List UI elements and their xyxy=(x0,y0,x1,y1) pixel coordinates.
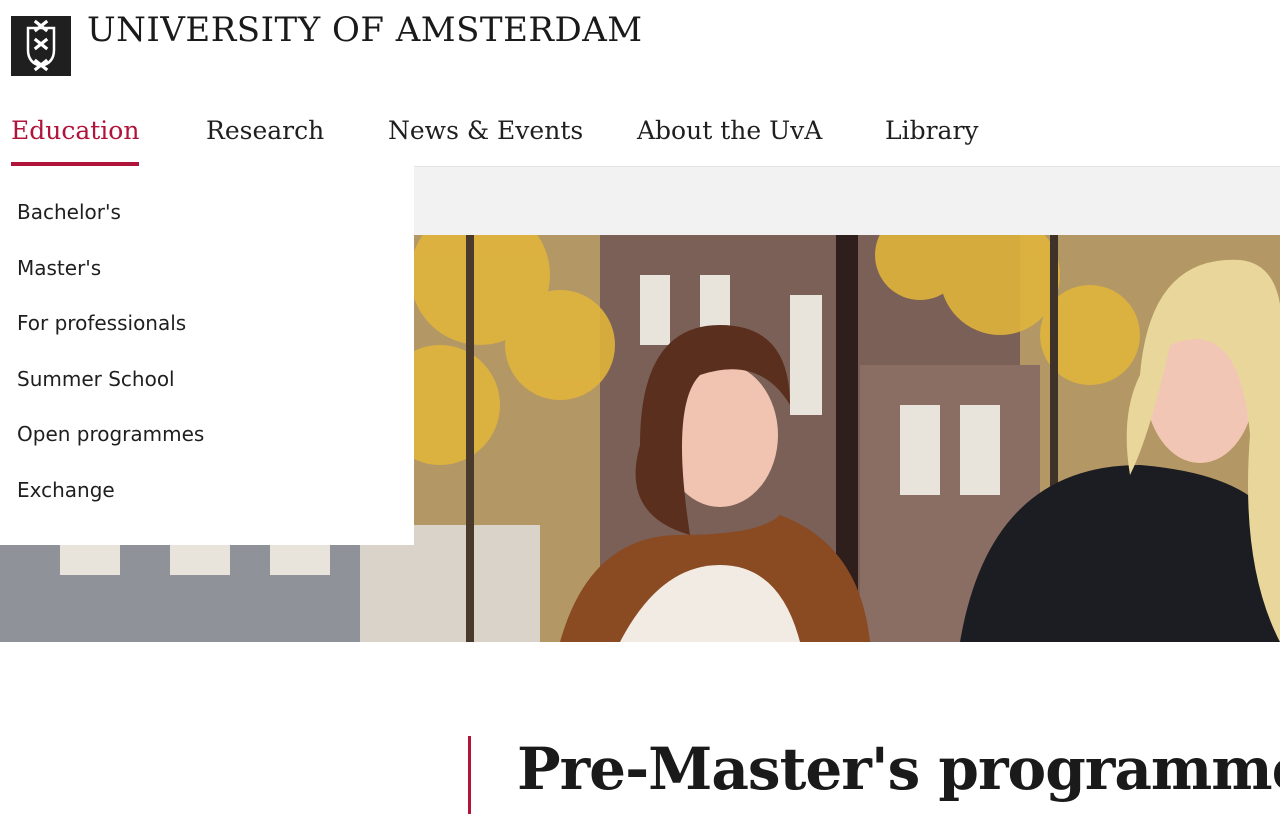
education-dropdown-menu: Bachelor's Master's For professionals Su… xyxy=(0,166,414,545)
dropdown-item-bachelors[interactable]: Bachelor's xyxy=(0,200,414,256)
dropdown-item-summer-school[interactable]: Summer School xyxy=(0,367,414,423)
title-accent-rule xyxy=(468,736,471,814)
nav-item-about-uva[interactable]: About the UvA xyxy=(637,116,822,166)
nav-item-library[interactable]: Library xyxy=(885,116,979,166)
dropdown-item-for-professionals[interactable]: For professionals xyxy=(0,311,414,367)
nav-item-news-events[interactable]: News & Events xyxy=(388,116,583,166)
dropdown-item-exchange[interactable]: Exchange xyxy=(0,478,414,534)
breadcrumb-band xyxy=(414,166,1280,235)
nav-item-research[interactable]: Research xyxy=(206,116,324,166)
nav-item-education[interactable]: Education xyxy=(11,116,140,166)
dropdown-item-open-programmes[interactable]: Open programmes xyxy=(0,422,414,478)
page-title: Pre-Master's programmes xyxy=(517,735,1280,803)
dropdown-item-masters[interactable]: Master's xyxy=(0,256,414,312)
university-wordmark[interactable]: UNIVERSITY OF AMSTERDAM xyxy=(87,10,643,50)
site-header: UNIVERSITY OF AMSTERDAM xyxy=(0,0,1280,100)
university-logo[interactable] xyxy=(11,16,71,76)
shield-crosses-icon xyxy=(11,16,71,76)
main-navigation: Education Research News & Events About t… xyxy=(0,108,1280,166)
